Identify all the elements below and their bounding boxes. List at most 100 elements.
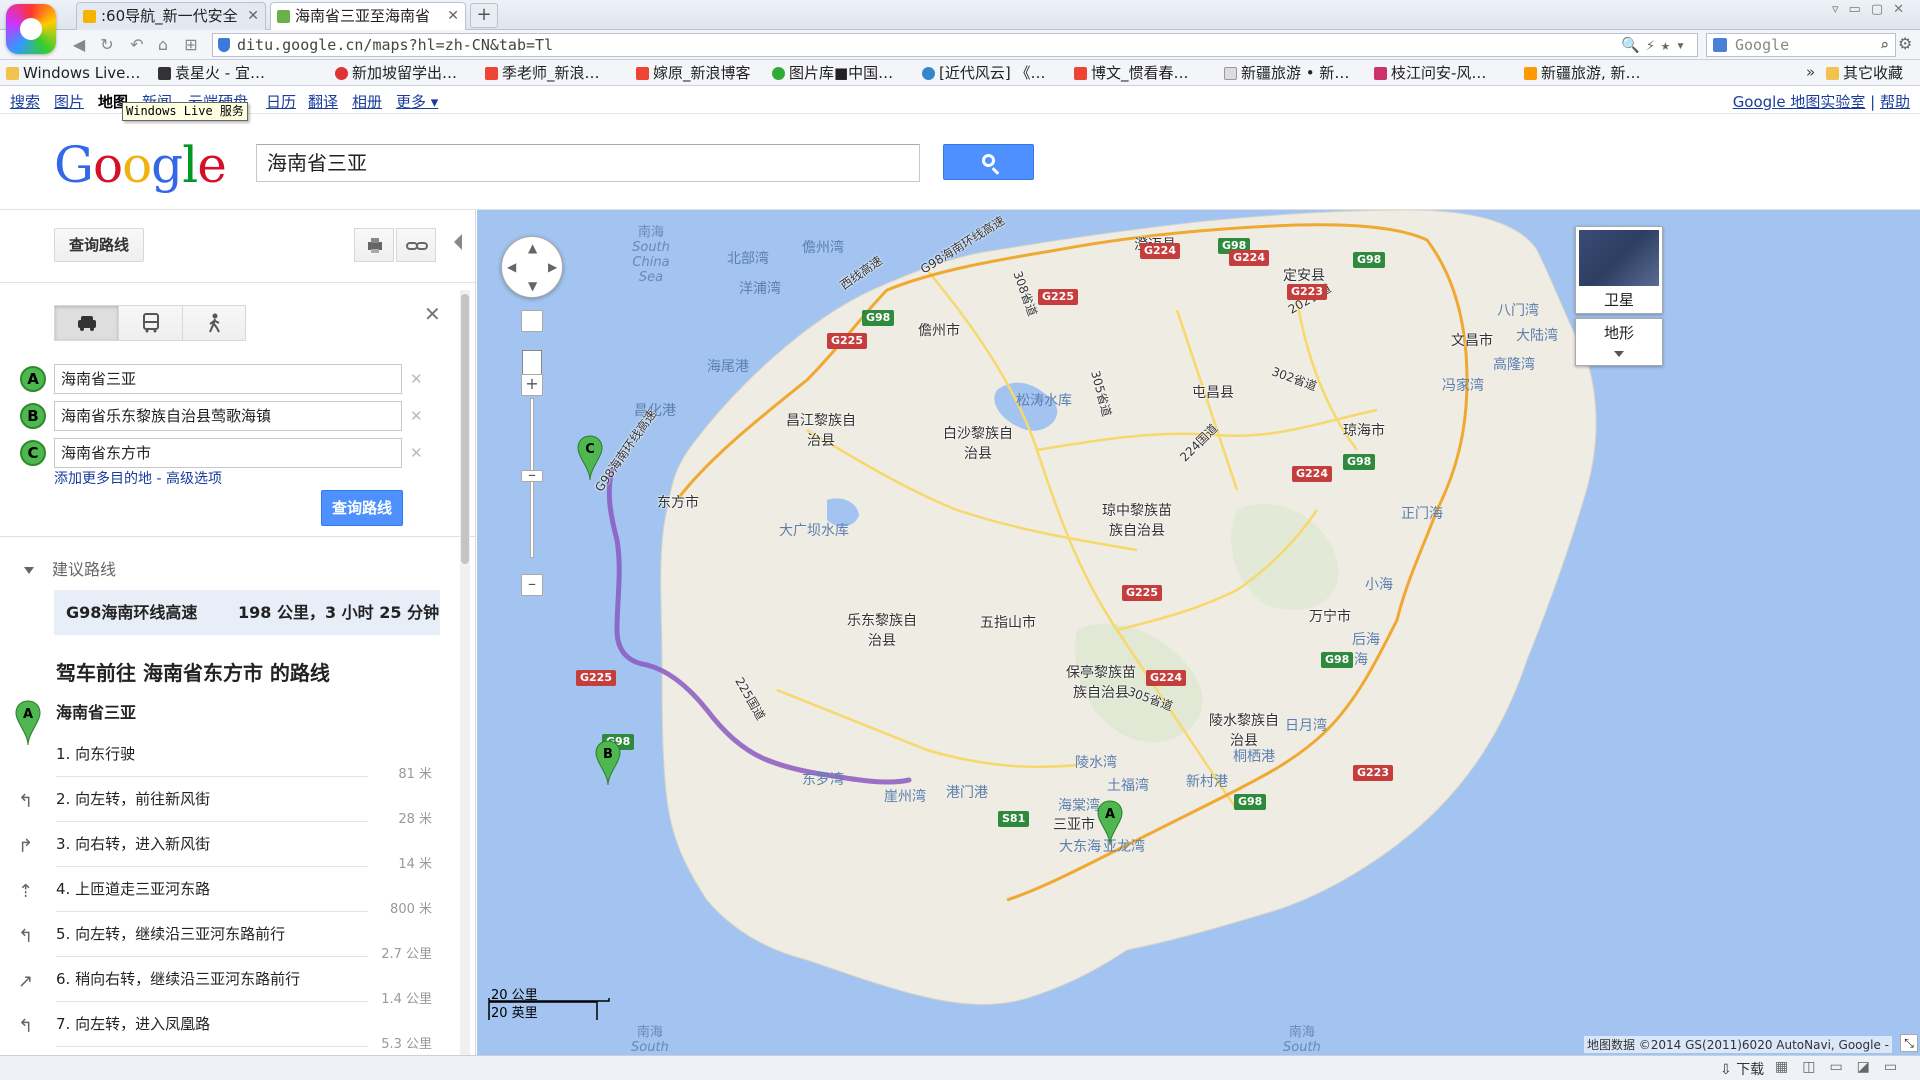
back-icon[interactable]: ◀ [68, 34, 90, 56]
gbar-search[interactable]: 搜索 [10, 91, 40, 112]
grid-icon[interactable]: ⊞ [180, 34, 202, 56]
remove-waypoint-icon[interactable]: ✕ [410, 444, 423, 462]
waypoint-input-c[interactable]: 海南省东方市 [54, 438, 402, 468]
direction-step[interactable]: ↰ 2. 向左转，前往新风街 28 米 [0, 777, 475, 827]
pan-down-icon[interactable]: ▼ [528, 279, 537, 293]
gbar-calendar[interactable]: 日历 [266, 91, 296, 112]
place-label: 后海 [1352, 632, 1380, 648]
waypoint-input-b[interactable]: 海南省乐东黎族自治县莺歌海镇 [54, 401, 402, 431]
bookmarks-more-button[interactable]: » [1806, 63, 1815, 81]
address-bar[interactable]: ditu.google.cn/maps?hl=zh-CN&tab=Tl 🔍⚡★▾ [212, 33, 1698, 57]
map-canvas[interactable]: 南海 South China Sea 南海 South 南海 South 北部湾 儋州… [477, 210, 1920, 1055]
bookmark-item[interactable]: 季老师_新浪… [485, 63, 600, 83]
window-controls[interactable]: ▿▭▢✕ [1832, 2, 1914, 17]
remove-waypoint-icon[interactable]: ✕ [410, 407, 423, 425]
new-tab-button[interactable]: + [470, 3, 498, 28]
waypoint-input-a[interactable]: 海南省三亚 [54, 364, 402, 394]
route-marker-c[interactable]: C [577, 435, 603, 481]
maps-search-input[interactable]: 海南省三亚 [256, 144, 920, 182]
other-bookmarks-folder[interactable]: 其它收藏 [1826, 63, 1903, 83]
bookmarks-bar: Windows Live… 袁星火 - 宜… 新加坡留学出… 季老师_新浪… 嫁… [0, 60, 1920, 86]
transit-mode-button[interactable] [119, 306, 183, 340]
gbar-more[interactable]: 更多 ▾ [396, 91, 438, 112]
home-icon[interactable]: ⌂ [152, 34, 174, 56]
satellite-map-type-button[interactable]: 卫星 [1575, 226, 1663, 314]
get-directions-button[interactable]: 查询路线 [54, 228, 144, 262]
gbar-photos[interactable]: 相册 [352, 91, 382, 112]
close-tab-icon[interactable]: ✕ [247, 3, 259, 29]
waypoint-marker-a: A [20, 366, 46, 392]
add-destination-link[interactable]: 添加更多目的地 [54, 471, 152, 487]
pan-left-icon[interactable]: ◀ [507, 260, 516, 274]
route-marker-b[interactable]: B [595, 740, 621, 786]
street-view-pegman-icon[interactable] [521, 310, 543, 332]
walk-mode-button[interactable] [183, 306, 247, 340]
place-label: 白沙黎族自治县 [943, 426, 1013, 462]
direction-step[interactable]: ↰ 5. 向左转，继续沿三亚河东路前行 2.7 公里 [0, 912, 475, 962]
maps-search-button[interactable] [943, 144, 1034, 180]
undo-icon[interactable]: ↶ [126, 34, 148, 56]
submit-directions-button[interactable]: 查询路线 [321, 490, 403, 526]
download-button[interactable]: ⇩ 下载 [1720, 1059, 1764, 1079]
tools-icon[interactable]: ⚙ [1898, 34, 1912, 53]
place-label: 大东海 [1059, 839, 1101, 855]
gbar-images[interactable]: 图片 [54, 91, 84, 112]
browser-status-bar: ⇩ 下载 ▦◫▭◪▭ [0, 1055, 1920, 1080]
address-bar-tools[interactable]: 🔍⚡★▾ [1621, 34, 1691, 56]
maps-labs-link[interactable]: Google 地图实验室 [1733, 93, 1866, 111]
direction-step[interactable]: ⇡ 4. 上匝道走三亚河东路 800 米 [0, 867, 475, 917]
pan-right-icon[interactable]: ▶ [548, 260, 557, 274]
advanced-options-link[interactable]: 高级选项 [166, 471, 222, 487]
browser-tab-bar: :60导航_新一代安全 ✕ 海南省三亚至海南省 ✕ + ▿▭▢✕ [0, 0, 1920, 30]
car-mode-button[interactable] [55, 306, 119, 340]
waypoint-marker-c: C [20, 440, 46, 466]
zoom-in-button[interactable]: + [521, 374, 543, 396]
search-icon[interactable]: ⌕ [1880, 34, 1889, 56]
bookmark-item[interactable]: Windows Live… [6, 63, 140, 83]
highway-shield: G98 [862, 310, 895, 326]
remove-waypoint-icon[interactable]: ✕ [410, 370, 423, 388]
bookmark-item[interactable]: 新加坡留学出… [335, 63, 457, 83]
refresh-icon[interactable]: ↻ [96, 34, 118, 56]
bookmark-item[interactable]: 嫁原_新浪博客 [636, 63, 751, 83]
google-logo[interactable]: Google [54, 136, 227, 194]
help-link[interactable]: 帮助 [1880, 93, 1910, 111]
pan-control[interactable]: ▲ ◀ ▶ ▼ [501, 236, 563, 298]
place-label: 洋浦湾 [739, 281, 781, 297]
direction-step[interactable]: ↱ 3. 向右转，进入新风街 14 米 [0, 822, 475, 872]
direction-step[interactable]: ↗ 6. 稍向右转，继续沿三亚河东路前行 1.4 公里 [0, 957, 475, 1007]
bookmark-item[interactable]: 袁星火 - 宜… [158, 63, 265, 83]
suggested-routes-header[interactable]: 建议路线 [24, 556, 116, 580]
url-text: ditu.google.cn/maps?hl=zh-CN&tab=Tl [237, 36, 554, 54]
bookmark-item[interactable]: 博文_惯看春… [1074, 63, 1189, 83]
browser-logo-icon[interactable] [6, 4, 56, 54]
direction-step[interactable]: 1. 向东行驶 81 米 [0, 732, 475, 782]
collapse-panel-icon[interactable] [454, 234, 462, 250]
expand-map-icon[interactable]: ⤡ [1900, 1034, 1918, 1052]
bookmark-item[interactable]: 新疆旅游, 新… [1524, 63, 1641, 83]
bookmark-item[interactable]: 图片库■中国… [772, 63, 893, 83]
terrain-map-type-button[interactable]: 地形 [1575, 318, 1663, 366]
zoom-out-button[interactable]: – [521, 574, 543, 596]
tab-360-nav[interactable]: :60导航_新一代安全 ✕ [76, 2, 266, 30]
close-tab-icon[interactable]: ✕ [447, 3, 459, 29]
suggested-route[interactable]: G98海南环线高速 198 公里，3 小时 25 分钟 [54, 590, 440, 635]
place-label: 新村港 [1186, 774, 1228, 790]
tab-google-maps[interactable]: 海南省三亚至海南省 ✕ [270, 2, 466, 30]
bookmark-icon [922, 67, 935, 80]
panel-scrollbar-thumb[interactable] [461, 294, 469, 564]
status-icons[interactable]: ▦◫▭◪▭ [1775, 1059, 1911, 1075]
bookmark-item[interactable]: 新疆旅游 • 新… [1224, 63, 1349, 83]
route-marker-a[interactable]: A [1097, 800, 1123, 846]
bookmark-item[interactable]: 枝江问安-风… [1374, 63, 1486, 83]
zoom-level-marker[interactable]: – [521, 467, 543, 483]
pan-up-icon[interactable]: ▲ [528, 241, 537, 255]
bookmark-item[interactable]: [近代风云] 《… [922, 63, 1045, 83]
link-button[interactable] [396, 228, 436, 262]
place-label: 崖州湾 [884, 789, 926, 805]
close-directions-icon[interactable]: ✕ [424, 302, 441, 326]
print-button[interactable] [354, 228, 394, 262]
direction-step[interactable]: ↰ 7. 向左转，进入凤凰路 5.3 公里 [0, 1002, 475, 1052]
browser-search-input[interactable]: Google ⌕ [1706, 33, 1896, 57]
gbar-translate[interactable]: 翻译 [308, 91, 338, 112]
